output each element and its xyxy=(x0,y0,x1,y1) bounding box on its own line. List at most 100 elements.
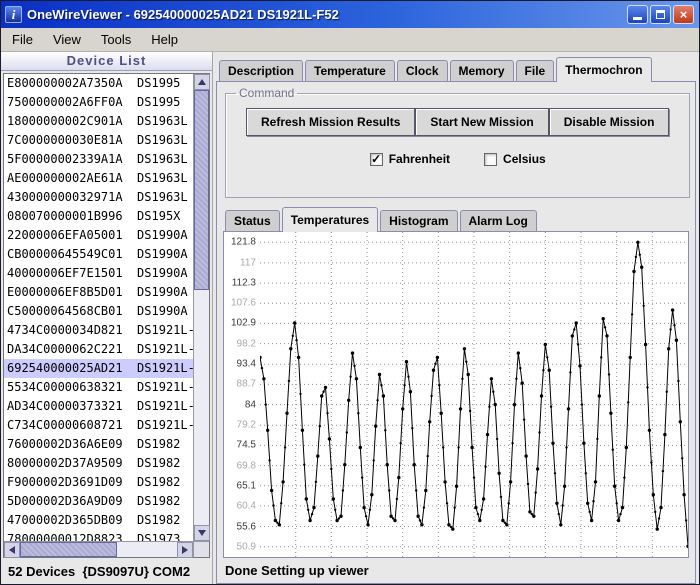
horizontal-scroll-track[interactable] xyxy=(20,542,177,557)
temperature-chart: 121.8 117 112.3 107.6 102.9 98.2 93.4 88.7 84 79.… xyxy=(223,231,689,558)
device-count-status: 52 Devices {DS9097U} COM2 xyxy=(8,563,191,579)
device-row[interactable]: CB00000645549C01 DS1990A xyxy=(4,245,193,264)
menu-tools[interactable]: Tools xyxy=(91,28,141,51)
y-tick-label: 112.3 xyxy=(231,277,256,289)
y-tick-label: 60.4 xyxy=(236,500,256,512)
device-row[interactable]: AD34C00000373321 DS1921L-F xyxy=(4,397,193,416)
vertical-scrollbar[interactable] xyxy=(193,74,210,541)
command-checkboxes: ✓ Fahrenheit Celsius xyxy=(234,152,681,166)
menu-file[interactable]: File xyxy=(2,28,43,51)
scroll-up-icon xyxy=(198,79,206,85)
device-list[interactable]: E800000002A7350A DS1995 7500000002A6FF0A … xyxy=(4,74,193,541)
device-row[interactable]: AE000000002AE61A DS1963L xyxy=(4,169,193,188)
vertical-scroll-track[interactable] xyxy=(194,90,209,525)
command-group-title: Command xyxy=(239,86,295,100)
command-buttons: Refresh Mission Results Start New Mission… xyxy=(246,108,670,136)
maximize-button[interactable] xyxy=(650,5,671,24)
device-row[interactable]: 5534C00000638321 DS1921L-F xyxy=(4,378,193,397)
maximize-icon xyxy=(656,10,665,19)
main-tabs: Description Temperature Clock Memory File The… xyxy=(216,56,696,82)
tab-file[interactable]: File xyxy=(515,60,555,81)
horizontal-scrollbar[interactable] xyxy=(4,541,193,558)
subtab-temperatures[interactable]: Temperatures xyxy=(281,207,379,232)
y-tick-label: 50.9 xyxy=(236,541,256,553)
device-row[interactable]: F9000002D3691D09 DS1982 xyxy=(4,473,193,492)
y-tick-label: 117 xyxy=(240,257,256,269)
menu-view[interactable]: View xyxy=(43,28,91,51)
device-row[interactable]: C50000064568CB01 DS1990A xyxy=(4,302,193,321)
fahrenheit-checkbox-label: Fahrenheit xyxy=(388,152,451,166)
tab-description[interactable]: Description xyxy=(219,60,304,81)
subtab-alarm-log[interactable]: Alarm Log xyxy=(459,210,537,231)
device-row[interactable]: 7500000002A6FF0A DS1995 xyxy=(4,93,193,112)
device-row[interactable]: 40000006EF7E1501 DS1990A xyxy=(4,264,193,283)
device-list-header: Device List xyxy=(1,52,212,71)
device-row[interactable]: 5D000002D36A9D09 DS1982 xyxy=(4,492,193,511)
y-tick-label: 88.7 xyxy=(236,378,256,390)
menu-bar: File View Tools Help xyxy=(1,28,699,52)
scroll-right-button[interactable] xyxy=(177,542,193,558)
temperature-trace xyxy=(260,232,688,557)
device-row[interactable]: 76000002D36A6E09 DS1982 xyxy=(4,435,193,454)
tab-clock[interactable]: Clock xyxy=(396,60,448,81)
scroll-down-icon xyxy=(198,530,206,536)
scroll-left-button[interactable] xyxy=(4,542,20,558)
celsius-checkbox[interactable]: Celsius xyxy=(484,152,546,166)
fahrenheit-checkbox-box[interactable]: ✓ xyxy=(369,152,383,166)
celsius-checkbox-box[interactable] xyxy=(484,152,498,166)
close-icon: × xyxy=(679,7,688,22)
refresh-mission-results-button[interactable]: Refresh Mission Results xyxy=(246,108,416,136)
subtab-histogram[interactable]: Histogram xyxy=(380,210,458,231)
device-row[interactable]: 47000002D365DB09 DS1982 xyxy=(4,511,193,530)
window-controls: × xyxy=(627,5,694,24)
device-row[interactable]: 22000006EFA05001 DS1990A xyxy=(4,226,193,245)
sub-tabs: Status Temperatures Histogram Alarm Log xyxy=(222,207,690,232)
device-row[interactable]: C734C00000608721 DS1921L-F xyxy=(4,416,193,435)
celsius-checkbox-label: Celsius xyxy=(503,152,546,166)
y-tick-label: 121.8 xyxy=(230,236,256,248)
device-row[interactable]: 7C0000000030E81A DS1963L xyxy=(4,131,193,150)
tab-temperature[interactable]: Temperature xyxy=(305,60,395,81)
minimize-icon xyxy=(633,17,642,20)
y-tick-label: 79.2 xyxy=(236,419,256,431)
device-row[interactable]: DA34C0000062C221 DS1921L-F xyxy=(4,340,193,359)
device-row[interactable]: 18000000002C901A DS1963L xyxy=(4,112,193,131)
device-row[interactable]: 80000002D37A9509 DS1982 xyxy=(4,454,193,473)
minimize-button[interactable] xyxy=(627,5,648,24)
device-row[interactable]: 5F00000002339A1A DS1963L xyxy=(4,150,193,169)
scroll-down-button[interactable] xyxy=(194,525,210,541)
window-title: OneWireViewer - 692540000025AD21 DS1921L… xyxy=(27,7,339,22)
y-tick-label: 107.6 xyxy=(230,297,256,309)
tab-thermochron[interactable]: Thermochron xyxy=(556,57,652,82)
menu-help[interactable]: Help xyxy=(141,28,188,51)
device-row[interactable]: 692540000025AD21 DS1921L-F xyxy=(4,359,193,378)
device-row[interactable]: 78000000012D8823 DS1973 xyxy=(4,530,193,541)
device-list-panel: Device List E800000002A7350A DS1995 75000… xyxy=(1,52,213,584)
device-row[interactable]: E0000006EF8B5D01 DS1990A xyxy=(4,283,193,302)
start-new-mission-button[interactable]: Start New Mission xyxy=(415,108,549,136)
app-icon: i xyxy=(5,6,22,23)
close-button[interactable]: × xyxy=(673,5,694,24)
subtab-status[interactable]: Status xyxy=(225,210,280,231)
status-message: Done Setting up viewer xyxy=(225,563,369,578)
y-tick-label: 102.9 xyxy=(230,317,256,329)
scroll-up-button[interactable] xyxy=(194,74,210,90)
device-row[interactable]: 430000000032971A DS1963L xyxy=(4,188,193,207)
device-row[interactable]: 4734C0000034D821 DS1921L-F xyxy=(4,321,193,340)
command-group: Command Refresh Mission Results Start New… xyxy=(225,86,691,198)
disable-mission-button[interactable]: Disable Mission xyxy=(548,108,670,136)
y-tick-label: 74.5 xyxy=(236,439,256,451)
temperature-plot xyxy=(260,232,688,557)
y-tick-label: 69.8 xyxy=(236,460,256,472)
horizontal-scroll-thumb[interactable] xyxy=(20,542,118,557)
scrollbar-corner xyxy=(193,541,209,557)
check-icon: ✓ xyxy=(371,152,382,166)
vertical-scroll-thumb[interactable] xyxy=(194,90,209,291)
device-row[interactable]: E800000002A7350A DS1995 xyxy=(4,74,193,93)
tab-memory[interactable]: Memory xyxy=(449,60,514,81)
fahrenheit-checkbox[interactable]: ✓ Fahrenheit xyxy=(369,152,451,166)
scroll-right-icon xyxy=(182,546,188,554)
device-list-area: E800000002A7350A DS1995 7500000002A6FF0A … xyxy=(3,73,210,558)
device-row[interactable]: 080070000001B996 DS195X xyxy=(4,207,193,226)
y-tick-label: 55.6 xyxy=(236,521,256,532)
